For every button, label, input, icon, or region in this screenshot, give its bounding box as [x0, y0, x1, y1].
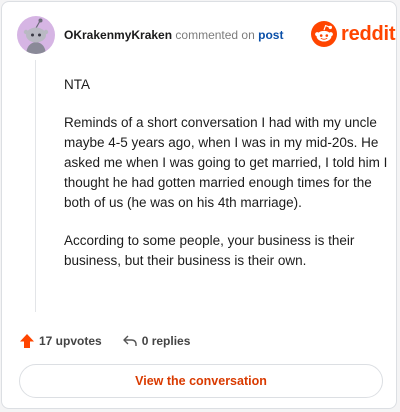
comment-paragraph: Reminds of a short conversation I had wi… — [64, 115, 388, 210]
reply-count: 0 replies — [141, 334, 191, 348]
reddit-wordmark: reddit — [341, 23, 396, 45]
reply-button[interactable]: 0 replies — [122, 333, 191, 349]
comment-paragraph: According to some people, your business … — [64, 233, 355, 268]
comment-paragraph: NTA — [64, 77, 90, 92]
reddit-brand[interactable]: reddit — [311, 21, 396, 47]
thread-line — [35, 60, 36, 312]
comment-header: OKrakenmyKraken commented on post — [64, 28, 283, 42]
comment-card: OKrakenmyKraken commented on post reddit… — [1, 1, 397, 409]
comment-footer: 17 upvotes 0 replies — [19, 332, 190, 350]
reply-arrow-icon — [123, 335, 137, 346]
post-link[interactable]: post — [258, 28, 283, 42]
action-text: commented on — [175, 28, 255, 42]
comment-body: NTA Reminds of a short conversation I ha… — [64, 75, 388, 289]
author-name[interactable]: OKrakenmyKraken — [64, 28, 172, 42]
user-avatar[interactable] — [17, 16, 55, 54]
upvote-arrow-icon — [20, 334, 34, 348]
upvote-count: 17 upvotes — [39, 334, 102, 348]
view-conversation-button[interactable]: View the conversation — [19, 364, 383, 398]
reddit-snoo-icon — [311, 21, 337, 47]
upvote-button[interactable]: 17 upvotes — [19, 333, 102, 349]
snoo-avatar-icon — [23, 18, 49, 54]
